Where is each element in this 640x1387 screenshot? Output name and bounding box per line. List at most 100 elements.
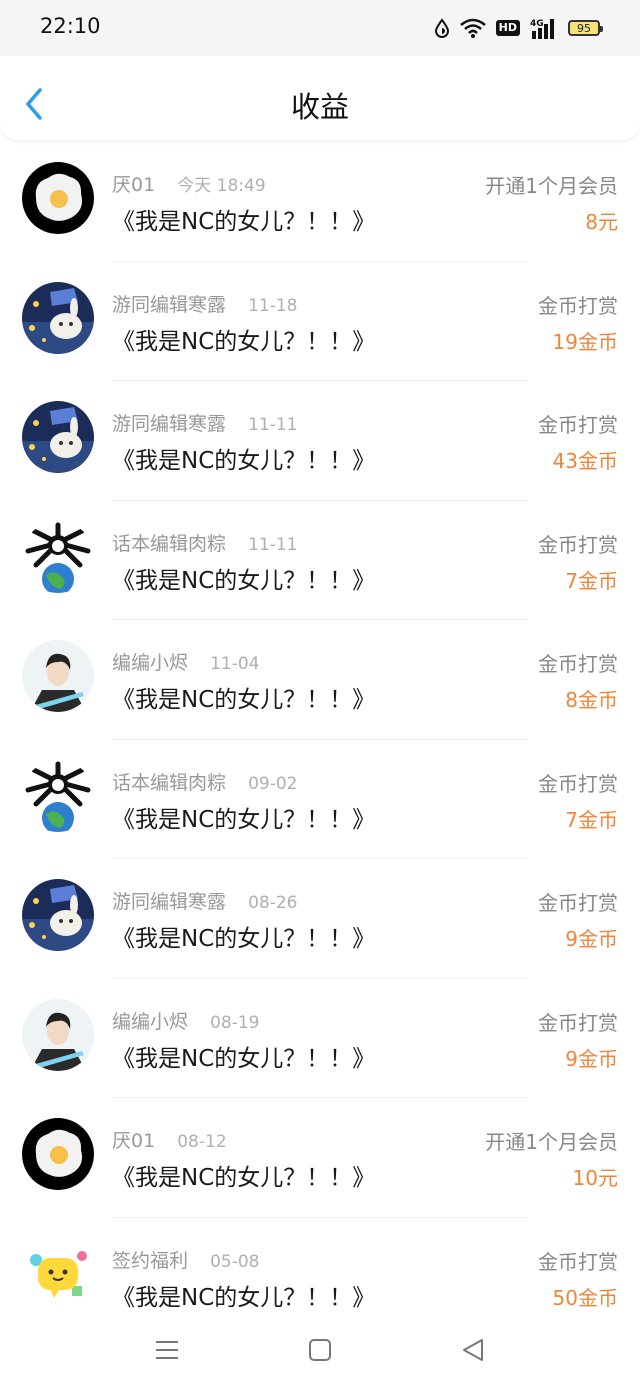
earning-row[interactable]: 厌01 今天 18:49 《我是NC的女儿？！！》 开通1个月会员 8元 [0,142,640,262]
status-bar: 22:10 HD 4G 95 [0,0,640,56]
earning-date: 今天 18:49 [177,176,266,196]
earning-type: 开通1个月会员 [485,1130,618,1154]
work-title: 《我是NC的女儿？！！》 [112,1165,376,1191]
earning-row[interactable]: 厌01 08-12 《我是NC的女儿？！！》 开通1个月会员 10元 [0,1098,640,1218]
menu-icon [156,1341,178,1359]
user-name: 话本编辑肉粽 [112,532,227,555]
earning-row[interactable]: 签约福利 05-08 《我是NC的女儿？！！》 金币打赏 50金币 [0,1218,640,1313]
earning-row[interactable]: 编编小烬 11-04 《我是NC的女儿？！！》 金币打赏 8金币 [0,620,640,740]
avatar[interactable] [22,879,94,951]
earning-row[interactable]: 游同编辑寒露 11-18 《我是NC的女儿？！！》 金币打赏 19金币 [0,262,640,382]
avatar[interactable] [22,998,94,1071]
earning-amount: 8金币 [565,688,618,712]
avatar[interactable] [22,640,94,712]
earning-date: 11-18 [248,295,298,316]
row-meta: 游同编辑寒露 11-18 [112,290,297,317]
earning-date: 11-11 [248,415,298,435]
home-button[interactable] [305,1335,335,1365]
earning-amount: 10元 [572,1166,618,1190]
earning-amount: 19金币 [552,329,618,354]
earning-type: 金币打赏 [538,1249,618,1274]
battery-icon: 95 [568,20,603,36]
row-meta: 游同编辑寒露 08-26 [112,887,297,914]
earning-date: 05-08 [210,1251,260,1272]
row-meta: 编编小烬 11-04 [112,648,259,675]
user-name: 厌01 [112,1130,156,1152]
anime-man-avatar [22,640,94,712]
user-name: 厌01 [112,174,156,196]
battery-level: 95 [577,21,591,35]
earning-row[interactable]: 话本编辑肉粽 09-02 《我是NC的女儿？！！》 金币打赏 7金币 [0,740,640,860]
earnings-list[interactable]: 厌01 今天 18:49 《我是NC的女儿？！！》 开通1个月会员 8元 游同编… [0,142,640,1312]
bone-earth-avatar [22,759,94,832]
earning-date: 08-12 [177,1132,227,1152]
work-title: 《我是NC的女儿？！！》 [112,687,376,713]
earning-row[interactable]: 游同编辑寒露 11-11 《我是NC的女儿？！！》 金币打赏 43金币 [0,381,640,501]
hd-icon: HD [495,20,520,36]
bone-earth-avatar [22,520,94,593]
earning-type: 金币打赏 [538,771,618,796]
earning-type: 金币打赏 [538,891,618,915]
page-title: 收益 [290,90,349,124]
avatar[interactable] [22,1237,94,1310]
earning-amount: 9金币 [565,927,618,951]
avatar[interactable] [22,520,94,593]
earning-amount: 7金币 [565,568,618,593]
status-time: 22:10 [40,14,101,38]
data-saver-icon [434,18,449,38]
earning-date: 11-04 [210,654,260,674]
avatar[interactable] [22,401,94,473]
earning-type: 金币打赏 [538,1010,618,1035]
work-title: 《我是NC的女儿？！！》 [112,806,376,833]
row-meta: 厌01 08-12 [112,1126,227,1153]
earning-type: 金币打赏 [538,652,618,676]
anime-man-avatar [22,998,94,1071]
user-name: 话本编辑肉粽 [112,771,227,794]
row-meta: 游同编辑寒露 11-11 [112,409,297,436]
avatar[interactable] [22,162,94,234]
earning-date: 08-19 [210,1012,260,1033]
avatar[interactable] [22,1118,94,1190]
earning-type: 金币打赏 [538,532,618,557]
yellow-chat-avatar [22,1237,94,1310]
nav-back-button[interactable] [458,1335,488,1365]
work-title: 《我是NC的女儿？！！》 [112,1284,376,1311]
wifi-icon [459,18,486,38]
work-title: 《我是NC的女儿？！！》 [112,209,376,235]
row-meta: 厌01 今天 18:49 [112,170,266,197]
night-bunny-avatar [22,401,94,473]
work-title: 《我是NC的女儿？！！》 [112,1045,376,1072]
menu-button[interactable] [152,1335,182,1365]
system-nav-bar [0,1317,640,1387]
page-header: 收益 [0,56,640,140]
fried-egg-avatar [22,1118,94,1190]
row-meta: 话本编辑肉粽 09-02 [112,768,297,795]
user-name: 签约福利 [112,1249,189,1272]
user-name: 游同编辑寒露 [112,413,227,435]
earning-date: 09-02 [248,773,298,794]
4g-signal-icon: 4G [530,19,554,39]
night-bunny-avatar [22,879,94,951]
svg-text:4G: 4G [530,19,544,29]
night-bunny-avatar [22,281,94,354]
user-name: 游同编辑寒露 [112,891,227,913]
earning-amount: 43金币 [552,449,618,473]
row-meta: 话本编辑肉粽 11-11 [112,529,297,556]
row-meta: 编编小烬 08-19 [112,1007,259,1034]
work-title: 《我是NC的女儿？！！》 [112,328,376,355]
work-title: 《我是NC的女儿？！！》 [112,448,376,474]
earning-row[interactable]: 编编小烬 08-19 《我是NC的女儿？！！》 金币打赏 9金币 [0,979,640,1099]
earning-type: 金币打赏 [538,413,618,437]
earning-amount: 8元 [585,210,618,234]
earning-amount: 50金币 [552,1285,618,1310]
earning-type: 开通1个月会员 [485,174,618,198]
avatar[interactable] [22,281,94,354]
earning-type: 金币打赏 [538,293,618,318]
earning-amount: 9金币 [565,1046,618,1071]
user-name: 编编小烬 [112,652,189,674]
status-icons: HD 4G 95 [434,14,603,42]
earning-row[interactable]: 话本编辑肉粽 11-11 《我是NC的女儿？！！》 金币打赏 7金币 [0,501,640,621]
earning-row[interactable]: 游同编辑寒露 08-26 《我是NC的女儿？！！》 金币打赏 9金币 [0,859,640,979]
home-square-icon [309,1339,331,1361]
avatar[interactable] [22,759,94,832]
